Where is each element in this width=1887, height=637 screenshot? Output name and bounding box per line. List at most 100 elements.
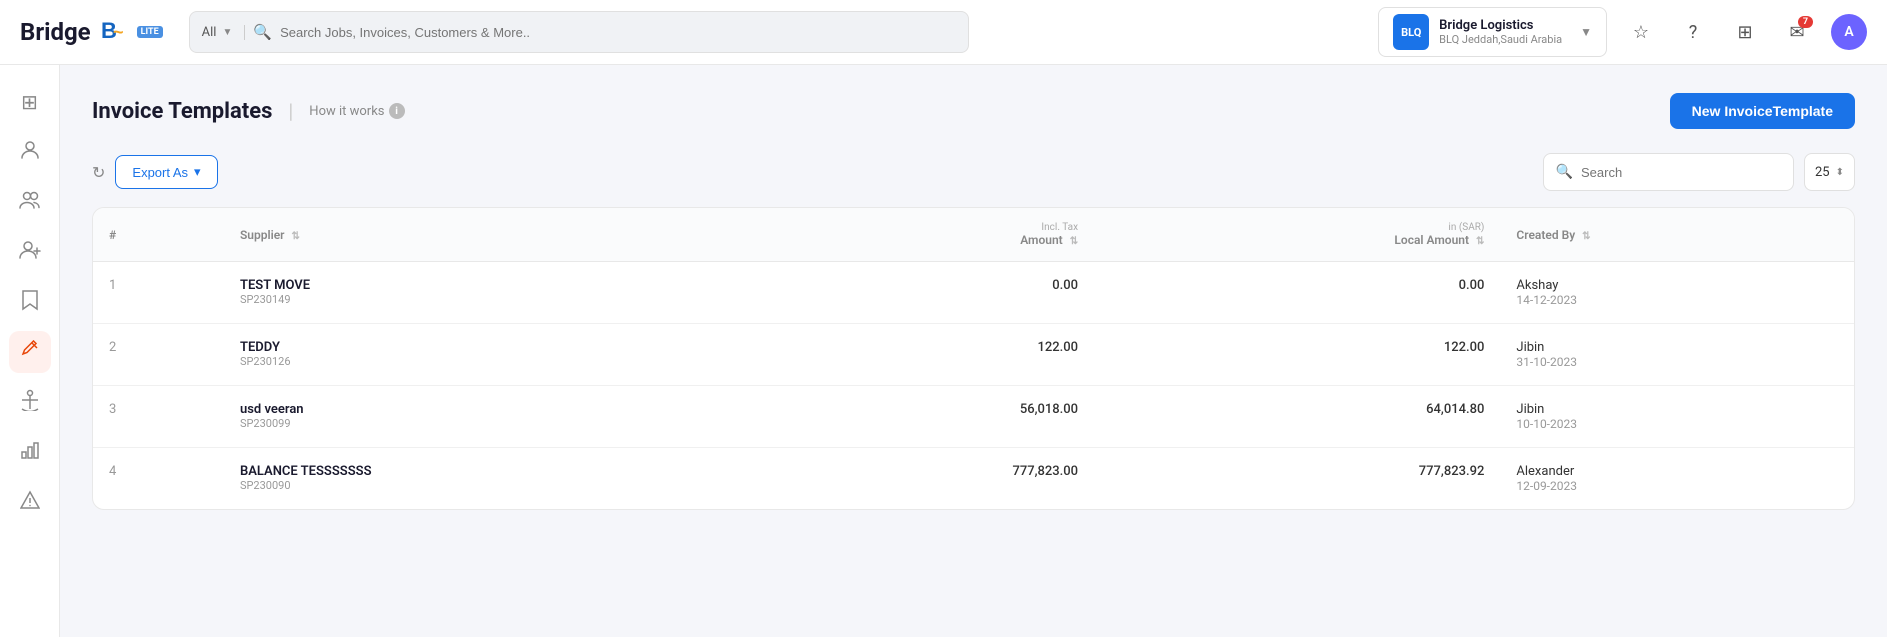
page-title-area: Invoice Templates | How it works i <box>92 99 405 124</box>
company-name: Bridge Logistics <box>1439 18 1562 33</box>
sidebar-item-group[interactable] <box>9 181 51 223</box>
main-content: Invoice Templates | How it works i New I… <box>60 65 1887 637</box>
how-it-works-link[interactable]: How it works i <box>309 103 404 119</box>
sidebar-item-chart[interactable] <box>9 431 51 473</box>
table-header-row: # Supplier ⇅ Incl. Tax Amount ⇅ in (SAR)… <box>93 208 1854 262</box>
sidebar-item-dashboard[interactable]: ⊞ <box>9 81 51 123</box>
topnav: B Bridge B ~ LITE All ▼ 🔍 BLQ <box>0 0 1887 65</box>
notifications-badge: 7 <box>1798 16 1813 28</box>
table-row[interactable]: 1 TEST MOVE SP230149 0.00 0.00 Akshay 14… <box>93 262 1854 324</box>
created-by-name: Jibin <box>1516 340 1838 355</box>
export-btn[interactable]: Export As ▾ <box>115 155 217 189</box>
cell-created-by: Alexander 12-09-2023 <box>1500 448 1854 510</box>
cell-num: 1 <box>93 262 224 324</box>
cell-num: 4 <box>93 448 224 510</box>
table-head: # Supplier ⇅ Incl. Tax Amount ⇅ in (SAR)… <box>93 208 1854 262</box>
cell-num: 2 <box>93 324 224 386</box>
company-chevron-icon: ▼ <box>1580 25 1592 39</box>
created-by-name: Akshay <box>1516 278 1838 293</box>
cell-local-amount: 64,014.80 <box>1094 386 1500 448</box>
grid-icon: ⊞ <box>21 90 38 114</box>
global-search-input[interactable] <box>280 25 956 40</box>
cell-amount: 0.00 <box>769 262 1094 324</box>
cell-supplier: TEDDY SP230126 <box>224 324 769 386</box>
per-page-chevron-icon: ⬍ <box>1836 167 1844 178</box>
search-dropdown-chevron-icon: ▼ <box>222 27 232 38</box>
created-date: 14-12-2023 <box>1516 293 1838 307</box>
company-card[interactable]: BLQ Bridge Logistics BLQ Jeddah,Saudi Ar… <box>1378 7 1607 57</box>
supplier-code: SP230126 <box>240 355 753 368</box>
cell-supplier: TEST MOVE SP230149 <box>224 262 769 324</box>
company-info: Bridge Logistics BLQ Jeddah,Saudi Arabia <box>1439 18 1562 46</box>
app-wrapper: B Bridge B ~ LITE All ▼ 🔍 BLQ <box>0 0 1887 637</box>
user-avatar[interactable]: A <box>1831 14 1867 50</box>
group-icon <box>19 190 41 215</box>
cell-local-amount: 122.00 <box>1094 324 1500 386</box>
export-btn-label: Export As <box>132 165 188 180</box>
created-date: 12-09-2023 <box>1516 479 1838 493</box>
supplier-sort-icon: ⇅ <box>291 231 299 242</box>
apps-btn[interactable]: ⊞ <box>1727 14 1763 50</box>
search-icon: 🔍 <box>253 23 272 41</box>
table-row[interactable]: 4 BALANCE TESSSSSSS SP230090 777,823.00 … <box>93 448 1854 510</box>
notifications-btn[interactable]: ✉ 7 <box>1779 14 1815 50</box>
company-logo: BLQ <box>1393 14 1429 50</box>
cell-amount: 56,018.00 <box>769 386 1094 448</box>
created-by-name: Alexander <box>1516 464 1838 479</box>
help-icon: ? <box>1689 22 1698 43</box>
table-row[interactable]: 2 TEDDY SP230126 122.00 122.00 Jibin 31-… <box>93 324 1854 386</box>
sidebar-item-edit[interactable] <box>9 331 51 373</box>
amount-sort-icon: ⇅ <box>1070 236 1078 247</box>
cell-num: 3 <box>93 386 224 448</box>
page-title: Invoice Templates <box>92 99 272 124</box>
table-search-icon: 🔍 <box>1556 164 1573 180</box>
anchor-icon <box>20 389 40 416</box>
supplier-code: SP230099 <box>240 417 753 430</box>
logo-text: Bridge <box>20 18 91 46</box>
sidebar-item-person[interactable] <box>9 131 51 173</box>
refresh-icon[interactable]: ↻ <box>92 163 105 182</box>
toolbar-left: ↻ Export As ▾ <box>92 155 218 189</box>
chart-icon <box>20 440 40 465</box>
favorites-btn[interactable]: ☆ <box>1623 14 1659 50</box>
toolbar-right: 🔍 25 ⬍ <box>1543 153 1855 191</box>
created-by-name: Jibin <box>1516 402 1838 417</box>
export-chevron-icon: ▾ <box>194 164 201 180</box>
cell-supplier: BALANCE TESSSSSSS SP230090 <box>224 448 769 510</box>
supplier-code: SP230090 <box>240 479 753 492</box>
supplier-name: BALANCE TESSSSSSS <box>240 464 753 479</box>
table-body: 1 TEST MOVE SP230149 0.00 0.00 Akshay 14… <box>93 262 1854 510</box>
sidebar-item-alert[interactable] <box>9 481 51 523</box>
col-num: # <box>93 208 224 262</box>
search-dropdown[interactable]: All ▼ <box>202 25 246 40</box>
body-wrapper: ⊞ <box>0 65 1887 637</box>
created-date: 31-10-2023 <box>1516 355 1838 369</box>
bridge-logo-svg: B ~ <box>99 18 127 46</box>
local-amount-sort-icon: ⇅ <box>1476 236 1484 247</box>
new-invoice-template-btn[interactable]: New InvoiceTemplate <box>1670 93 1855 129</box>
sidebar: ⊞ <box>0 65 60 637</box>
local-amount-col-sub: in (SAR) <box>1110 222 1484 233</box>
sidebar-item-add-person[interactable] <box>9 231 51 273</box>
col-created-by[interactable]: Created By ⇅ <box>1500 208 1854 262</box>
table-search-box: 🔍 <box>1543 153 1794 191</box>
table-search-input[interactable] <box>1581 165 1781 180</box>
per-page-value: 25 <box>1815 165 1830 180</box>
edit-icon <box>20 340 40 365</box>
per-page-select[interactable]: 25 ⬍ <box>1804 153 1855 191</box>
sidebar-item-anchor[interactable] <box>9 381 51 423</box>
global-search-bar: All ▼ 🔍 <box>189 11 969 53</box>
col-supplier[interactable]: Supplier ⇅ <box>224 208 769 262</box>
cell-local-amount: 777,823.92 <box>1094 448 1500 510</box>
col-amount[interactable]: Incl. Tax Amount ⇅ <box>769 208 1094 262</box>
created-by-sort-icon: ⇅ <box>1582 231 1590 242</box>
col-local-amount[interactable]: in (SAR) Local Amount ⇅ <box>1094 208 1500 262</box>
amount-col-sub: Incl. Tax <box>785 222 1078 233</box>
help-btn[interactable]: ? <box>1675 14 1711 50</box>
sidebar-item-bookmark[interactable] <box>9 281 51 323</box>
cell-amount: 122.00 <box>769 324 1094 386</box>
table-row[interactable]: 3 usd veeran SP230099 56,018.00 64,014.8… <box>93 386 1854 448</box>
info-icon: i <box>389 103 405 119</box>
toolbar: ↻ Export As ▾ 🔍 25 ⬍ <box>92 153 1855 191</box>
supplier-name: TEDDY <box>240 340 753 355</box>
